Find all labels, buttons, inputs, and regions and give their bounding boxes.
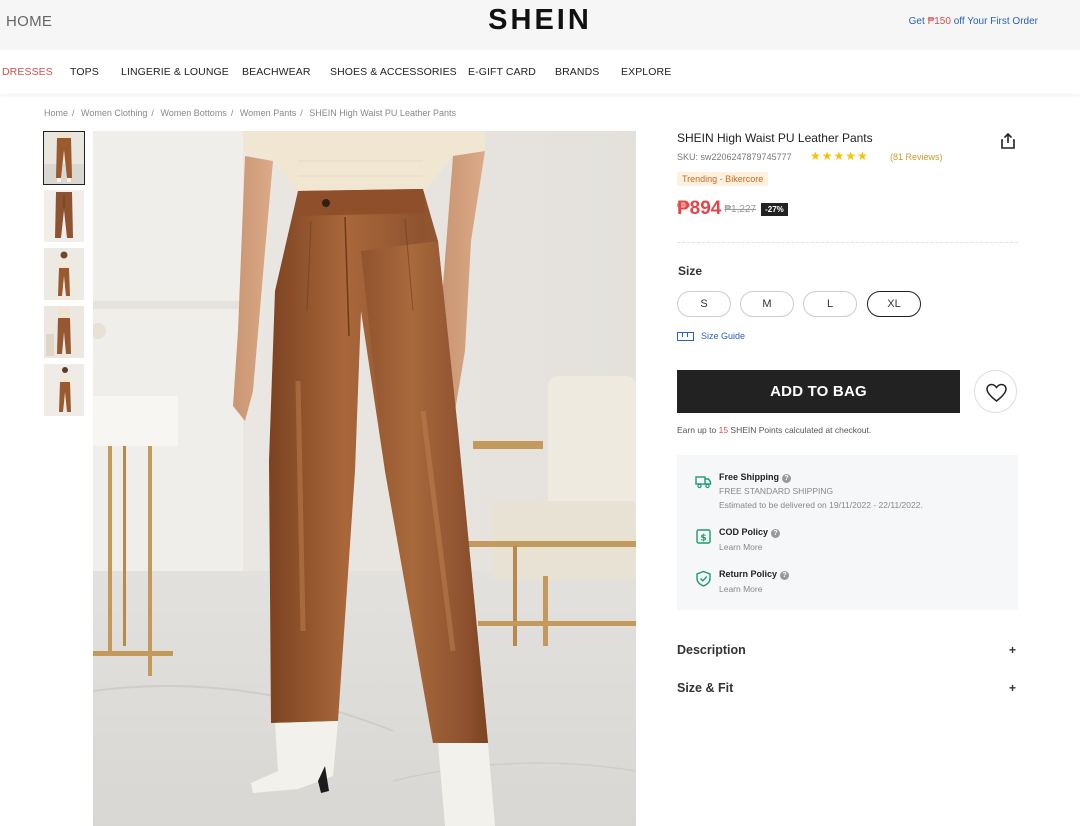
breadcrumb-separator: / [72,108,75,118]
size-fit-label: Size & Fit [677,681,734,695]
thumbnail-gallery [43,131,85,422]
earn-points-note: Earn up to 15 SHEIN Points calculated at… [677,425,871,435]
free-shipping-estimate: Estimated to be delivered on 19/11/2022 … [719,500,923,510]
cod-policy-label: COD Policy [719,527,769,537]
divider [677,242,1018,243]
size-label: Size [678,264,703,278]
thumbnail-3[interactable] [44,248,84,300]
shield-check-icon [696,570,711,587]
nav-item-lingerie-lounge[interactable]: LINGERIE & LOUNGE [121,66,229,78]
rating-stars: ★★★★★ [810,149,869,163]
breadcrumb-current: SHEIN High Waist PU Leather Pants [309,108,456,118]
promo-amount: ₱150 [927,16,951,27]
breadcrumb-home[interactable]: Home [44,108,68,118]
size-fit-accordion[interactable]: Size & Fit + [677,681,1018,695]
size-guide-label: Size Guide [701,331,746,341]
size-option-l[interactable]: L [803,291,857,317]
earn-suffix: SHEIN Points calculated at checkout. [728,425,872,435]
price-row: ₱894 ₱1,227 -27% [677,198,788,220]
nav-item-tops[interactable]: TOPS [70,66,99,78]
top-bar: HOME SHEIN Get ₱150 off Your First Order [0,0,1080,50]
size-guide-link[interactable]: Size Guide [677,331,746,342]
breadcrumb-separator: / [300,108,303,118]
shipping-info-box: Free Shipping? FREE STANDARD SHIPPING Es… [677,455,1018,610]
share-icon[interactable] [1000,132,1016,150]
promo-prefix: Get [908,16,928,27]
nav-item-brands[interactable]: BRANDS [555,66,599,78]
breadcrumb: Home / Women Clothing / Women Bottoms / Wom… [44,108,456,118]
size-option-m[interactable]: M [740,291,794,317]
svg-text:$: $ [700,534,706,544]
breadcrumb-women-clothing[interactable]: Women Clothing [81,108,147,118]
nav-item-egift-card[interactable]: E-GIFT CARD [468,66,536,78]
product-photo [93,131,636,826]
return-policy-label: Return Policy [719,569,778,579]
free-shipping-label: Free Shipping [719,472,780,482]
nav-item-dresses[interactable]: DRESSES [2,66,53,78]
cash-icon: $ [696,529,711,544]
help-icon[interactable]: ? [771,529,781,538]
thumbnail-1[interactable] [43,131,85,185]
wishlist-button[interactable] [974,370,1017,413]
product-sku: SKU: sw2206247879745777 [677,152,792,162]
size-option-xl[interactable]: XL [867,291,921,317]
first-order-promo[interactable]: Get ₱150 off Your First Order [909,16,1038,27]
original-price: ₱1,227 [724,203,757,215]
nav-item-shoes-accessories[interactable]: SHOES & ACCESSORIES [330,66,457,78]
product-title: SHEIN High Waist PU Leather Pants [677,131,873,145]
free-shipping-line1: FREE STANDARD SHIPPING [719,486,834,496]
description-accordion[interactable]: Description + [677,643,1018,657]
breadcrumb-separator: / [230,108,234,118]
size-option-s[interactable]: S [677,291,731,317]
trending-badge[interactable]: Trending - Bikercore [677,172,769,186]
main-nav: DRESSES TOPS LINGERIE & LOUNGE BEACHWEAR… [0,50,1080,94]
heart-icon [986,383,1007,402]
description-label: Description [677,643,746,657]
return-learn-more[interactable]: Learn More [719,584,762,594]
add-to-bag-button[interactable]: ADD TO BAG [677,370,960,413]
breadcrumb-women-bottoms[interactable]: Women Bottoms [160,108,226,118]
thumbnail-5[interactable] [44,364,84,416]
help-icon[interactable]: ? [782,474,792,483]
breadcrumb-women-pants[interactable]: Women Pants [240,108,296,118]
free-shipping-title[interactable]: Free Shipping? [719,472,792,483]
nav-item-beachwear[interactable]: BEACHWEAR [242,66,311,78]
promo-suffix: off Your First Order [950,16,1038,27]
earn-prefix: Earn up to [677,425,719,435]
earn-points: 15 [718,425,729,435]
expand-icon[interactable]: + [1009,643,1016,657]
ruler-icon [677,332,694,342]
cod-policy-title[interactable]: COD Policy? [719,527,781,538]
nav-item-explore[interactable]: EXPLORE [621,66,671,78]
thumbnail-2[interactable] [44,190,84,242]
breadcrumb-separator: / [151,108,154,118]
expand-icon[interactable]: + [1009,681,1016,695]
cod-learn-more[interactable]: Learn More [719,542,762,552]
reviews-link[interactable]: (81 Reviews) [890,152,943,162]
discount-badge: -27% [761,202,788,216]
truck-icon [695,476,712,489]
help-icon[interactable]: ? [780,571,790,580]
main-product-image[interactable] [93,131,636,826]
thumbnail-4[interactable] [44,306,84,358]
return-policy-title[interactable]: Return Policy? [719,569,790,580]
sale-price: ₱894 [677,198,722,219]
